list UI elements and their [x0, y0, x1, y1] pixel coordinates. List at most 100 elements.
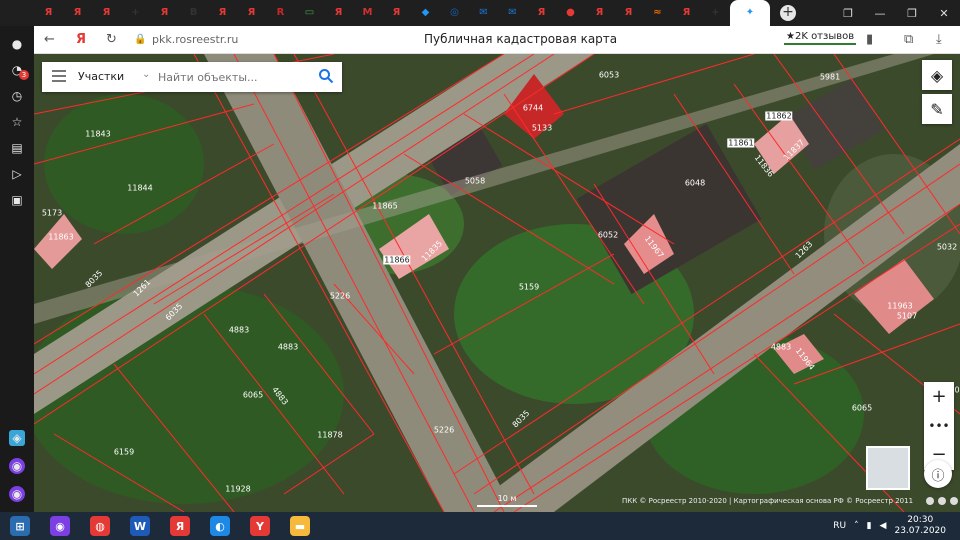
layers-button[interactable]: ◈ [922, 60, 952, 90]
browser-tab[interactable]: M [353, 0, 382, 26]
plus-square-icon: + [131, 7, 140, 18]
settings-icon[interactable] [926, 497, 934, 505]
taskbar-app[interactable]: ▬ [280, 512, 320, 540]
minimize-button[interactable]: — [864, 7, 896, 20]
star-icon[interactable]: ☆ [9, 114, 25, 130]
search-input[interactable] [158, 67, 308, 87]
language-indicator[interactable]: RU [833, 521, 846, 531]
bookmark-icon[interactable]: ▮ [866, 32, 873, 47]
clock-time: 20:30 [907, 515, 934, 525]
browser-tab[interactable]: Я [34, 0, 63, 26]
close-button[interactable]: ✕ [928, 7, 960, 20]
browser-tab[interactable]: Я [324, 0, 353, 26]
messenger-icon[interactable]: ◈ [9, 430, 25, 446]
search-panel: Участки ⌄ [42, 62, 342, 92]
browser-tab[interactable]: Я [614, 0, 643, 26]
reload-icon[interactable]: ↻ [106, 32, 117, 48]
reviews-badge[interactable]: ★2K отзывов [784, 30, 857, 45]
alice-icon: ◉ [50, 516, 70, 536]
clock[interactable]: 20:30 23.07.2020 [894, 515, 946, 537]
browser-tab[interactable]: ◆ [411, 0, 440, 26]
print-icon[interactable] [938, 497, 946, 505]
m-icon: M [362, 7, 373, 18]
browser-tab[interactable]: ✉ [469, 0, 498, 26]
window-corner [0, 0, 34, 26]
browser-tab[interactable]: + [121, 0, 150, 26]
history-icon[interactable]: ◷ [9, 88, 25, 104]
volume-icon[interactable]: ◀ [880, 521, 887, 531]
yandex-icon: Я [102, 7, 111, 18]
yandex-icon: Я [682, 7, 691, 18]
alice-icon[interactable]: ◉ [9, 458, 25, 474]
menu-icon[interactable] [52, 70, 66, 84]
tray-arrow-icon[interactable]: ˄ [854, 521, 859, 531]
taskbar-app[interactable]: W [120, 512, 160, 540]
browser-tab[interactable]: Я [585, 0, 614, 26]
url-text[interactable]: pkk.rosreestr.ru [152, 33, 238, 46]
cadastral-map[interactable]: 6053 5981 6744 5133 11843 11844 11862 11861 5058… [34, 54, 960, 512]
taskbar-app[interactable]: Y [240, 512, 280, 540]
yandex-icon: Я [392, 7, 401, 18]
word-icon: W [130, 516, 150, 536]
browser-tab[interactable]: ✉ [498, 0, 527, 26]
browser-tab[interactable]: Я [527, 0, 556, 26]
ruler-button[interactable]: ✎ [922, 94, 952, 124]
browser-tab[interactable]: Я [92, 0, 121, 26]
browser-tab[interactable]: B [179, 0, 208, 26]
yandex-icon: Я [537, 7, 546, 18]
taskbar-app[interactable]: ◍ [80, 512, 120, 540]
browser-tab[interactable]: ● [556, 0, 585, 26]
help-icon[interactable] [950, 497, 958, 505]
tab-active[interactable]: ✦ [730, 0, 770, 26]
yandex-browser-icon: Y [250, 516, 270, 536]
b-icon: B [189, 7, 198, 18]
download-icon[interactable]: ⤓ [936, 32, 942, 47]
yandex-icon: Я [73, 7, 82, 18]
zoom-in-button[interactable]: + [924, 382, 954, 411]
yandex-home-icon[interactable]: Я [76, 32, 86, 48]
info-button[interactable]: ⓘ [924, 460, 952, 488]
yandex-icon: Я [247, 7, 256, 18]
taskbar-apps: ⊞ ◉ ◍ W Я ◐ Y ▬ [0, 512, 320, 540]
new-tab-button[interactable]: + [780, 5, 796, 21]
clock-date: 23.07.2020 [894, 526, 946, 536]
info-icon: ⓘ [931, 468, 945, 484]
yandex-icon: Я [160, 7, 169, 18]
maximize-button[interactable]: ❐ [896, 7, 928, 20]
browser-tab[interactable]: Я [208, 0, 237, 26]
browser-tab[interactable]: Я [63, 0, 92, 26]
windows-taskbar: ⊞ ◉ ◍ W Я ◐ Y ▬ RU ˄ ▮ ◀ 20:30 23.07.2020 [0, 512, 960, 540]
browser-tab[interactable]: Я [672, 0, 701, 26]
taskbar-app[interactable]: Я [160, 512, 200, 540]
alice-icon[interactable]: ◉ [9, 486, 25, 502]
back-button[interactable]: ← [44, 32, 55, 48]
search-category[interactable]: Участки [78, 70, 124, 83]
ruler-icon: ✎ [930, 99, 944, 119]
profile-icon[interactable]: ● [9, 36, 25, 52]
calendar-icon[interactable]: ▣ [9, 192, 25, 208]
tab-manager-icon[interactable]: ❐ [832, 7, 864, 20]
browser-tab[interactable]: Я [150, 0, 179, 26]
search-icon[interactable] [318, 68, 334, 84]
browser-tab[interactable]: + [701, 0, 730, 26]
browser-tab[interactable]: ▭ [295, 0, 324, 26]
browser-tab[interactable]: Я [237, 0, 266, 26]
taskbar-app[interactable]: ◐ [200, 512, 240, 540]
taskbar-app[interactable]: ◉ [40, 512, 80, 540]
browser-tab[interactable]: Я [382, 0, 411, 26]
map-canvas[interactable] [34, 54, 960, 512]
yandex-icon: Я [218, 7, 227, 18]
chevron-down-icon[interactable]: ⌄ [142, 69, 150, 80]
browser-tab[interactable]: ≈ [643, 0, 672, 26]
browser-tab[interactable]: R [266, 0, 295, 26]
map-attribution: ПКК © Росреестр 2010-2020 | Картографиче… [622, 497, 914, 505]
browser-tab[interactable]: ◎ [440, 0, 469, 26]
play-icon[interactable]: ▷ [9, 166, 25, 182]
map-pin-icon: ● [566, 7, 575, 18]
taskbar-app[interactable]: ⊞ [0, 512, 40, 540]
translate-icon[interactable]: ⧉ [904, 32, 913, 47]
more-button[interactable]: ••• [924, 411, 954, 440]
collections-icon[interactable]: ▤ [9, 140, 25, 156]
network-icon[interactable]: ▮ [867, 521, 872, 531]
minimap[interactable] [866, 446, 910, 490]
